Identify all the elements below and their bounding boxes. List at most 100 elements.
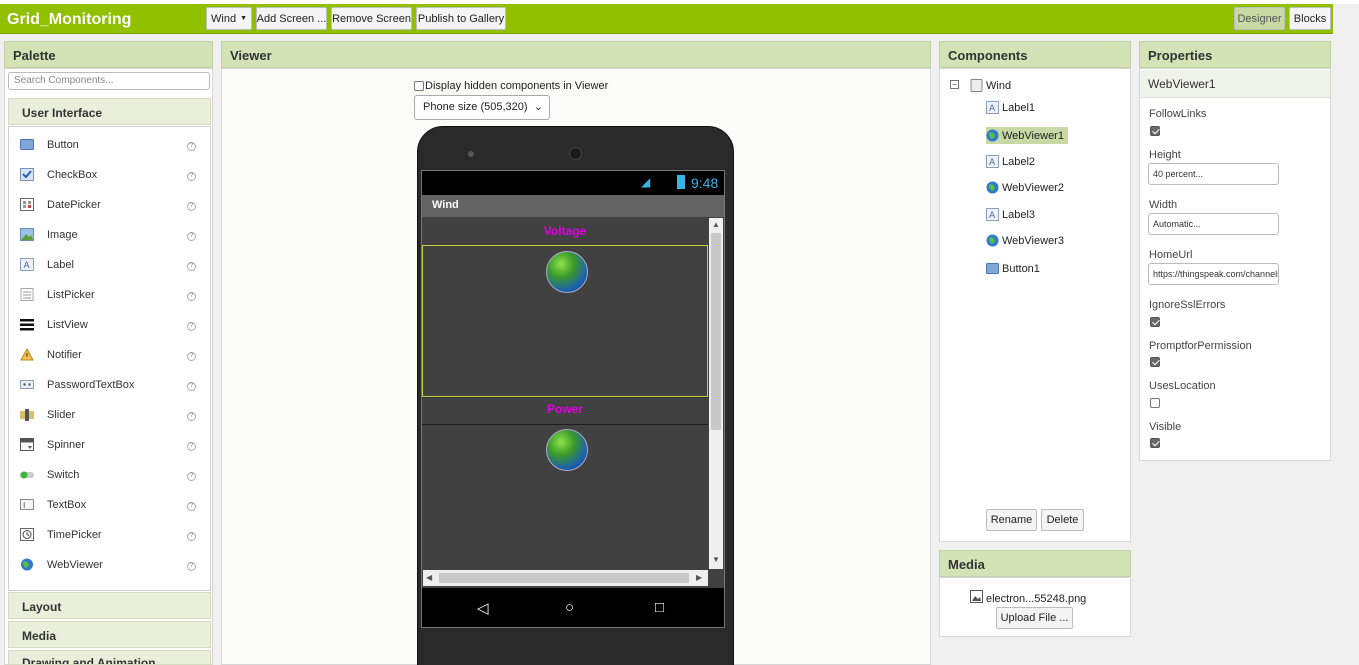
top-toolbar: Grid_Monitoring Wind ▼ Add Screen ... Re… (0, 4, 1333, 34)
back-icon[interactable]: ◁ (477, 599, 489, 617)
label-icon: A (986, 155, 999, 168)
help-icon[interactable]: ? (187, 262, 196, 271)
delete-button[interactable]: Delete (1041, 509, 1084, 531)
category-user-interface[interactable]: User Interface (8, 98, 211, 125)
ignoressl-checkbox[interactable] (1150, 317, 1160, 327)
promptforpermission-checkbox[interactable] (1150, 357, 1160, 367)
palette-item-passwordtextbox[interactable]: PasswordTextBox ? (9, 370, 210, 400)
webviewer-icon (21, 558, 33, 571)
palette-item-webviewer[interactable]: WebViewer ? (9, 550, 210, 580)
help-icon[interactable]: ? (187, 172, 196, 181)
tree-item-label3[interactable]: A Label3 (986, 208, 1035, 221)
svg-text:A: A (989, 211, 996, 221)
palette-item-image[interactable]: Image ? (9, 220, 210, 250)
palette-item-notifier[interactable]: Notifier ? (9, 340, 210, 370)
designer-button[interactable]: Designer (1234, 7, 1285, 30)
search-components-input[interactable]: Search Components... (8, 72, 210, 90)
help-icon[interactable]: ? (187, 232, 196, 241)
label1-voltage[interactable]: Voltage (422, 224, 708, 238)
remove-screen-button[interactable]: Remove Screen (331, 7, 412, 30)
help-icon[interactable]: ? (187, 442, 196, 451)
display-hidden-row: Display hidden components in Viewer (414, 80, 608, 92)
help-icon[interactable]: ? (187, 532, 196, 541)
help-icon[interactable]: ? (187, 412, 196, 421)
width-field[interactable]: Automatic... (1148, 213, 1279, 235)
status-bar: ◢ (422, 171, 724, 195)
palette-item-listview[interactable]: ListView ? (9, 310, 210, 340)
palette-header: Palette (4, 41, 213, 68)
display-hidden-checkbox[interactable] (414, 81, 424, 91)
scroll-left-icon: ◀ (426, 573, 433, 582)
palette-item-label[interactable]: A Label ? (9, 250, 210, 280)
help-icon[interactable]: ? (187, 472, 196, 481)
height-field[interactable]: 40 percent... (1148, 163, 1279, 185)
palette-item-textbox[interactable]: I TextBox ? (9, 490, 210, 520)
help-icon[interactable]: ? (187, 502, 196, 511)
spinner-icon (20, 438, 34, 451)
horizontal-scroll-thumb[interactable] (439, 573, 689, 583)
label-icon: A (20, 258, 34, 271)
palette-item-slider[interactable]: Slider ? (9, 400, 210, 430)
palette-item-datepicker[interactable]: DatePicker ? (9, 190, 210, 220)
palette-item-label: DatePicker (47, 199, 101, 211)
phone-size-select[interactable]: Phone size (505,320) ⌄ (414, 95, 550, 120)
palette-item-label: Switch (47, 469, 80, 481)
help-icon[interactable]: ? (187, 202, 196, 211)
recents-icon[interactable]: □ (655, 599, 664, 616)
button-icon (20, 139, 34, 150)
globe-icon (546, 251, 588, 293)
palette-item-label: Spinner (47, 439, 85, 451)
help-icon[interactable]: ? (187, 562, 196, 571)
category-drawing[interactable]: Drawing and Animation (8, 650, 211, 665)
label2-power[interactable]: Power (422, 402, 708, 416)
rename-button[interactable]: Rename (986, 509, 1037, 531)
help-icon[interactable]: ? (187, 322, 196, 331)
palette-item-checkbox[interactable]: CheckBox ? (9, 160, 210, 190)
blocks-button[interactable]: Blocks (1289, 7, 1331, 30)
publish-gallery-button[interactable]: Publish to Gallery (416, 7, 506, 30)
webviewer-icon (986, 234, 999, 247)
palette-item-switch[interactable]: Switch ? (9, 460, 210, 490)
help-icon[interactable]: ? (187, 382, 196, 391)
tree-item-button1[interactable]: Button1 (986, 262, 1040, 275)
screen-select-button[interactable]: Wind ▼ (206, 7, 252, 30)
tree-item-label2[interactable]: A Label2 (986, 155, 1035, 168)
tree-item-webviewer3[interactable]: WebViewer3 (986, 234, 1064, 247)
add-screen-button[interactable]: Add Screen ... (256, 7, 327, 30)
useslocation-checkbox[interactable] (1150, 398, 1160, 408)
palette-item-label: ListPicker (47, 289, 95, 301)
media-file-item[interactable]: electron...55248.png (970, 587, 1086, 605)
collapse-icon[interactable]: − (950, 80, 959, 89)
project-title: Grid_Monitoring (7, 11, 132, 28)
slider-icon (20, 409, 34, 421)
visible-checkbox[interactable] (1150, 438, 1160, 448)
home-icon[interactable]: ○ (565, 599, 574, 616)
help-icon[interactable]: ? (187, 352, 196, 361)
tree-root-wind[interactable]: Wind (970, 79, 1011, 92)
category-layout[interactable]: Layout (8, 592, 211, 619)
palette-item-label: TextBox (47, 499, 87, 511)
tree-item-webviewer1[interactable]: WebViewer1 (986, 127, 1068, 144)
help-icon[interactable]: ? (187, 292, 196, 301)
divider (422, 397, 708, 398)
timepicker-icon (20, 528, 34, 541)
speaker-dot (569, 147, 582, 160)
help-icon[interactable]: ? (187, 142, 196, 151)
screen-icon (970, 79, 983, 92)
palette-item-timepicker[interactable]: TimePicker ? (9, 520, 210, 550)
tree-item-webviewer2[interactable]: WebViewer2 (986, 181, 1064, 194)
tree-item-label1[interactable]: A Label1 (986, 101, 1035, 114)
palette-item-label: TimePicker (47, 529, 102, 541)
homeurl-field[interactable]: https://thingspeak.com/channels (1148, 263, 1279, 285)
palette-item-listpicker[interactable]: ListPicker ? (9, 280, 210, 310)
media-header: Media (939, 550, 1131, 577)
page-scrollbar[interactable] (1333, 34, 1359, 665)
vertical-scroll-thumb[interactable] (711, 233, 721, 430)
followlinks-checkbox[interactable] (1150, 126, 1160, 136)
palette-item-spinner[interactable]: Spinner ? (9, 430, 210, 460)
palette-item-label: Slider (47, 409, 76, 421)
category-media[interactable]: Media (8, 621, 211, 648)
svg-text:A: A (989, 104, 996, 114)
upload-file-button[interactable]: Upload File ... (996, 607, 1073, 629)
palette-item-button[interactable]: Button ? (9, 130, 210, 160)
